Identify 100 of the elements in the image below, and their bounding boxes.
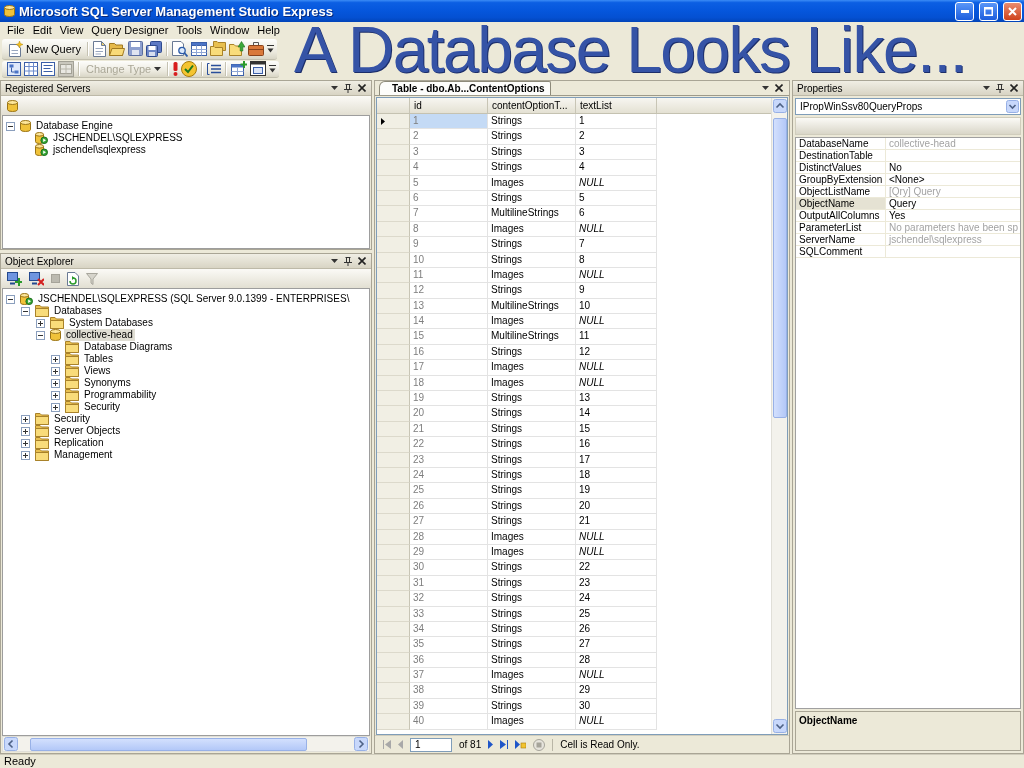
tree-node-label[interactable]: Programmability [82,389,159,401]
server-icon[interactable] [20,293,33,305]
close-icon[interactable] [358,84,366,92]
property-value-field[interactable]: No [886,162,1020,173]
row-header[interactable] [377,114,410,130]
plus-box-icon[interactable] [21,450,30,460]
save-icon[interactable] [128,41,144,56]
folder-icon[interactable] [65,389,79,401]
next-record-icon[interactable] [488,740,494,749]
caret-down-icon[interactable] [331,259,338,263]
folder-icon[interactable] [65,365,79,377]
minus-box-icon[interactable] [36,330,45,340]
tree-node-label[interactable]: Server Objects [52,425,123,437]
toolbar-overflow-icon[interactable] [267,44,275,53]
document-icon[interactable] [93,40,107,57]
tree-node-label[interactable]: Database Diagrams [82,341,175,353]
grid-icon[interactable] [24,61,38,76]
minus-box-icon[interactable] [21,306,30,316]
server-icon[interactable] [35,132,48,144]
open-folder-icon[interactable] [109,41,126,56]
toolbar-overflow-icon[interactable] [269,64,277,73]
vertical-scrollbar[interactable] [771,98,787,734]
list-icon[interactable] [207,62,222,75]
tree-node-label[interactable]: System Databases [67,317,155,329]
plus-box-icon[interactable] [51,354,60,364]
menu-item[interactable]: Help [253,22,284,38]
plus-box-icon[interactable] [51,366,60,376]
close-button[interactable] [1003,1,1022,21]
folder-icon[interactable] [65,401,79,413]
window-icon[interactable] [250,61,267,76]
diagram-icon[interactable] [7,61,21,76]
database-icon[interactable] [20,120,31,132]
plus-box-icon[interactable] [51,402,60,412]
filter-icon[interactable] [86,272,98,285]
property-name[interactable]: ObjectName [796,198,886,209]
folder-icon[interactable] [35,437,49,449]
property-value-field[interactable]: Query [886,198,1020,209]
folder-icon[interactable] [35,425,49,437]
plus-box-icon[interactable] [21,414,30,424]
tree-node-label[interactable]: Databases [52,305,104,317]
plus-box-icon[interactable] [36,318,45,328]
property-value-field[interactable]: Yes [886,210,1020,221]
folder-icon[interactable] [65,341,79,353]
folders-icon[interactable] [210,41,227,56]
minus-box-icon[interactable] [6,294,15,304]
menu-item[interactable]: View [55,22,88,38]
folder-icon[interactable] [35,413,49,425]
menu-item[interactable]: Tools [172,22,207,38]
scroll-down-icon[interactable] [772,719,787,733]
property-name[interactable]: DistinctValues [796,162,886,173]
refresh-icon[interactable] [67,271,79,286]
pin-icon[interactable] [344,83,352,93]
new-record-icon[interactable] [515,740,527,749]
menu-item[interactable]: Query Designer [87,22,173,38]
caret-down-icon[interactable] [331,86,338,90]
scroll-right-icon[interactable] [354,737,368,751]
toolbox-icon[interactable] [248,41,265,56]
last-record-icon[interactable] [500,740,509,749]
server-icon[interactable] [35,144,48,156]
maximize-button[interactable] [979,1,998,21]
caret-down-icon[interactable] [762,86,769,90]
property-name[interactable]: GroupByExtension [796,174,886,185]
tree-node-label[interactable]: Security [82,401,123,413]
horizontal-scrollbar[interactable] [2,736,370,752]
tree-node-label[interactable]: Security [52,413,93,425]
minimize-icon[interactable] [960,9,969,13]
close-icon[interactable] [1010,84,1018,92]
folder-icon[interactable] [35,449,49,461]
menu-item[interactable]: Edit [28,22,56,38]
folder-icon[interactable] [65,377,79,389]
connect-icon[interactable] [7,271,22,286]
table-window-icon[interactable] [191,41,208,56]
property-name[interactable]: DatabaseName [796,138,886,149]
text-window-icon[interactable] [41,61,55,76]
property-name[interactable]: ServerName [796,234,886,245]
tree-node-label[interactable]: Synonyms [82,377,133,389]
tree-node-label[interactable]: Database Engine [34,120,115,132]
scroll-up-icon[interactable] [772,99,787,113]
plus-box-icon[interactable] [21,426,30,436]
scroll-thumb[interactable] [30,737,307,751]
record-number-field[interactable]: 1 [410,737,452,752]
folder-icon[interactable] [50,317,64,329]
tree-node-label[interactable]: Replication [52,437,106,449]
close-icon[interactable] [775,84,783,92]
property-name[interactable]: ObjectListName [796,186,886,197]
column-header[interactable]: textList [576,98,657,113]
check-badge-icon[interactable] [181,60,198,77]
plus-box-icon[interactable] [21,438,30,448]
database-icon[interactable] [4,5,15,17]
save-all-icon[interactable] [146,40,163,57]
pin-icon[interactable] [996,83,1004,93]
column-header[interactable]: id [410,98,488,113]
document-tab[interactable]: Table - dbo.Ab...ContentOptions [379,81,551,95]
tree-node-label[interactable]: Management [52,449,115,461]
tree-node-label[interactable]: JSCHENDEL\SQLEXPRESS (SQL Server 9.0.1399 - ENTERPRISES\ [36,293,352,305]
database-icon[interactable] [50,329,61,341]
new-page-icon[interactable] [9,40,23,57]
new-query-button[interactable]: New Query [7,40,84,57]
column-header[interactable]: contentOptionT... [488,98,576,113]
plus-box-icon[interactable] [51,378,60,388]
